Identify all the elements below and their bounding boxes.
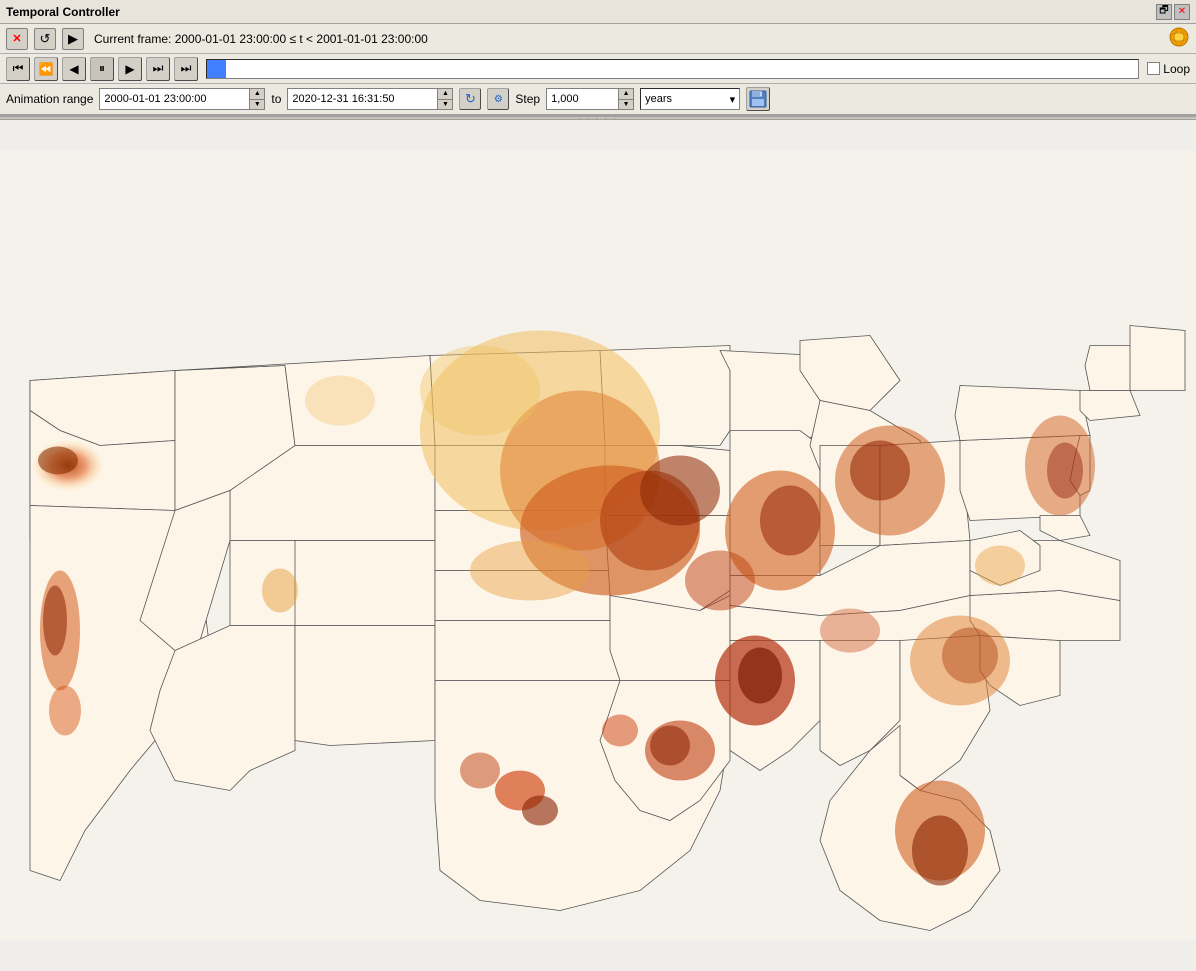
settings-button[interactable]: ⚙ bbox=[487, 88, 509, 110]
to-date-up[interactable]: ▲ bbox=[438, 89, 452, 100]
density-spot-ne-core bbox=[1047, 443, 1083, 499]
density-spot-iowa-il bbox=[640, 456, 720, 526]
step-forward-button[interactable]: ⏭ bbox=[146, 57, 170, 81]
to-date-control: 2020-12-31 16:31:50 ▲ ▼ bbox=[287, 88, 453, 110]
stop-button[interactable]: ✕ bbox=[6, 28, 28, 50]
density-spot-nd bbox=[420, 346, 540, 436]
rewind-button[interactable]: ↺ bbox=[34, 28, 56, 50]
from-date-spinner[interactable]: ▲ ▼ bbox=[249, 88, 265, 110]
current-frame-text: Current frame: bbox=[94, 32, 171, 46]
to-date-spinner[interactable]: ▲ ▼ bbox=[437, 88, 453, 110]
to-date-down[interactable]: ▼ bbox=[438, 100, 452, 110]
dropdown-arrow-icon: ▾ bbox=[730, 93, 736, 106]
loop-control: Loop bbox=[1147, 62, 1190, 76]
restore-button[interactable]: 🗗 bbox=[1156, 4, 1172, 20]
step-spinner[interactable]: ▲ ▼ bbox=[618, 88, 634, 110]
title-bar: Temporal Controller 🗗 ✕ bbox=[0, 0, 1196, 24]
density-spot-mo bbox=[685, 551, 755, 611]
current-frame-label: Current frame: 2000-01-01 23:00:00 ≤ t <… bbox=[94, 32, 428, 46]
from-date-control: 2000-01-01 23:00:00 ▲ ▼ bbox=[99, 88, 265, 110]
map-container bbox=[0, 120, 1196, 971]
loop-label-text: Loop bbox=[1163, 62, 1190, 76]
density-spot-ky bbox=[820, 609, 880, 653]
step-label: Step bbox=[515, 92, 540, 106]
step-value: 1,000 bbox=[551, 93, 579, 105]
save-button[interactable] bbox=[746, 87, 770, 111]
density-spot-gulf-core bbox=[650, 726, 690, 766]
density-spot-mt bbox=[305, 376, 375, 426]
to-date-value: 2020-12-31 16:31:50 bbox=[292, 93, 394, 105]
playback-bar: ⏮ ⏪ ◀ ⏸ ▶ ⏭ ⏭ Loop bbox=[0, 54, 1196, 84]
density-spot-co bbox=[262, 569, 298, 613]
step-up[interactable]: ▲ bbox=[619, 89, 633, 100]
unit-value: years bbox=[645, 93, 672, 105]
refresh-button[interactable]: ↻ bbox=[459, 88, 481, 110]
density-spot-ks bbox=[470, 541, 590, 601]
from-date-value: 2000-01-01 23:00:00 bbox=[104, 93, 206, 105]
step-control: 1,000 ▲ ▼ bbox=[546, 88, 634, 110]
density-spot-oh-mi-core bbox=[850, 441, 910, 501]
density-spot-se-core bbox=[942, 628, 998, 684]
step-input[interactable]: 1,000 bbox=[546, 88, 618, 110]
step-back-button[interactable]: ⏪ bbox=[34, 57, 58, 81]
main-toolbar: ✕ ↺ ▶ Current frame: 2000-01-01 23:00:00… bbox=[0, 24, 1196, 54]
density-spot-ca-coast-core bbox=[43, 586, 67, 656]
from-date-down[interactable]: ▼ bbox=[250, 100, 264, 110]
window-title: Temporal Controller bbox=[6, 5, 120, 19]
play-forward-button[interactable]: ▶ bbox=[62, 28, 84, 50]
step-down[interactable]: ▼ bbox=[619, 100, 633, 110]
skip-to-start-button[interactable]: ⏮ bbox=[6, 57, 30, 81]
to-date-input[interactable]: 2020-12-31 16:31:50 bbox=[287, 88, 437, 110]
density-spot-tx3 bbox=[602, 715, 638, 747]
current-frame-value: 2000-01-01 23:00:00 ≤ t < 2001-01-01 23:… bbox=[175, 32, 428, 46]
temporal-icon bbox=[1168, 26, 1190, 51]
close-button[interactable]: ✕ bbox=[1174, 4, 1190, 20]
timeline-slider[interactable] bbox=[206, 59, 1139, 79]
from-date-input[interactable]: 2000-01-01 23:00:00 bbox=[99, 88, 249, 110]
usa-map bbox=[0, 120, 1196, 971]
density-spot-il-in-core bbox=[760, 486, 820, 556]
to-label: to bbox=[271, 92, 281, 106]
back-button[interactable]: ◀ bbox=[62, 57, 86, 81]
animation-range-bar: Animation range 2000-01-01 23:00:00 ▲ ▼ … bbox=[0, 84, 1196, 116]
play-button[interactable]: ▶ bbox=[118, 57, 142, 81]
density-spot-socal bbox=[49, 686, 81, 736]
from-date-up[interactable]: ▲ bbox=[250, 89, 264, 100]
density-spot-ms-delta-core bbox=[738, 648, 782, 704]
animation-range-label: Animation range bbox=[6, 92, 93, 106]
density-spot-pnw-core bbox=[38, 447, 78, 475]
density-spot-va bbox=[975, 546, 1025, 586]
density-spot-tx2 bbox=[460, 753, 500, 789]
window-controls: 🗗 ✕ bbox=[1156, 4, 1190, 20]
skip-to-end-button[interactable]: ⏭ bbox=[174, 57, 198, 81]
unit-dropdown[interactable]: years ▾ bbox=[640, 88, 740, 110]
pause-button[interactable]: ⏸ bbox=[90, 57, 114, 81]
save-icon bbox=[749, 90, 767, 108]
loop-checkbox[interactable] bbox=[1147, 62, 1160, 75]
density-spot-tx-core bbox=[522, 796, 558, 826]
density-spot-fl-core bbox=[912, 816, 968, 886]
